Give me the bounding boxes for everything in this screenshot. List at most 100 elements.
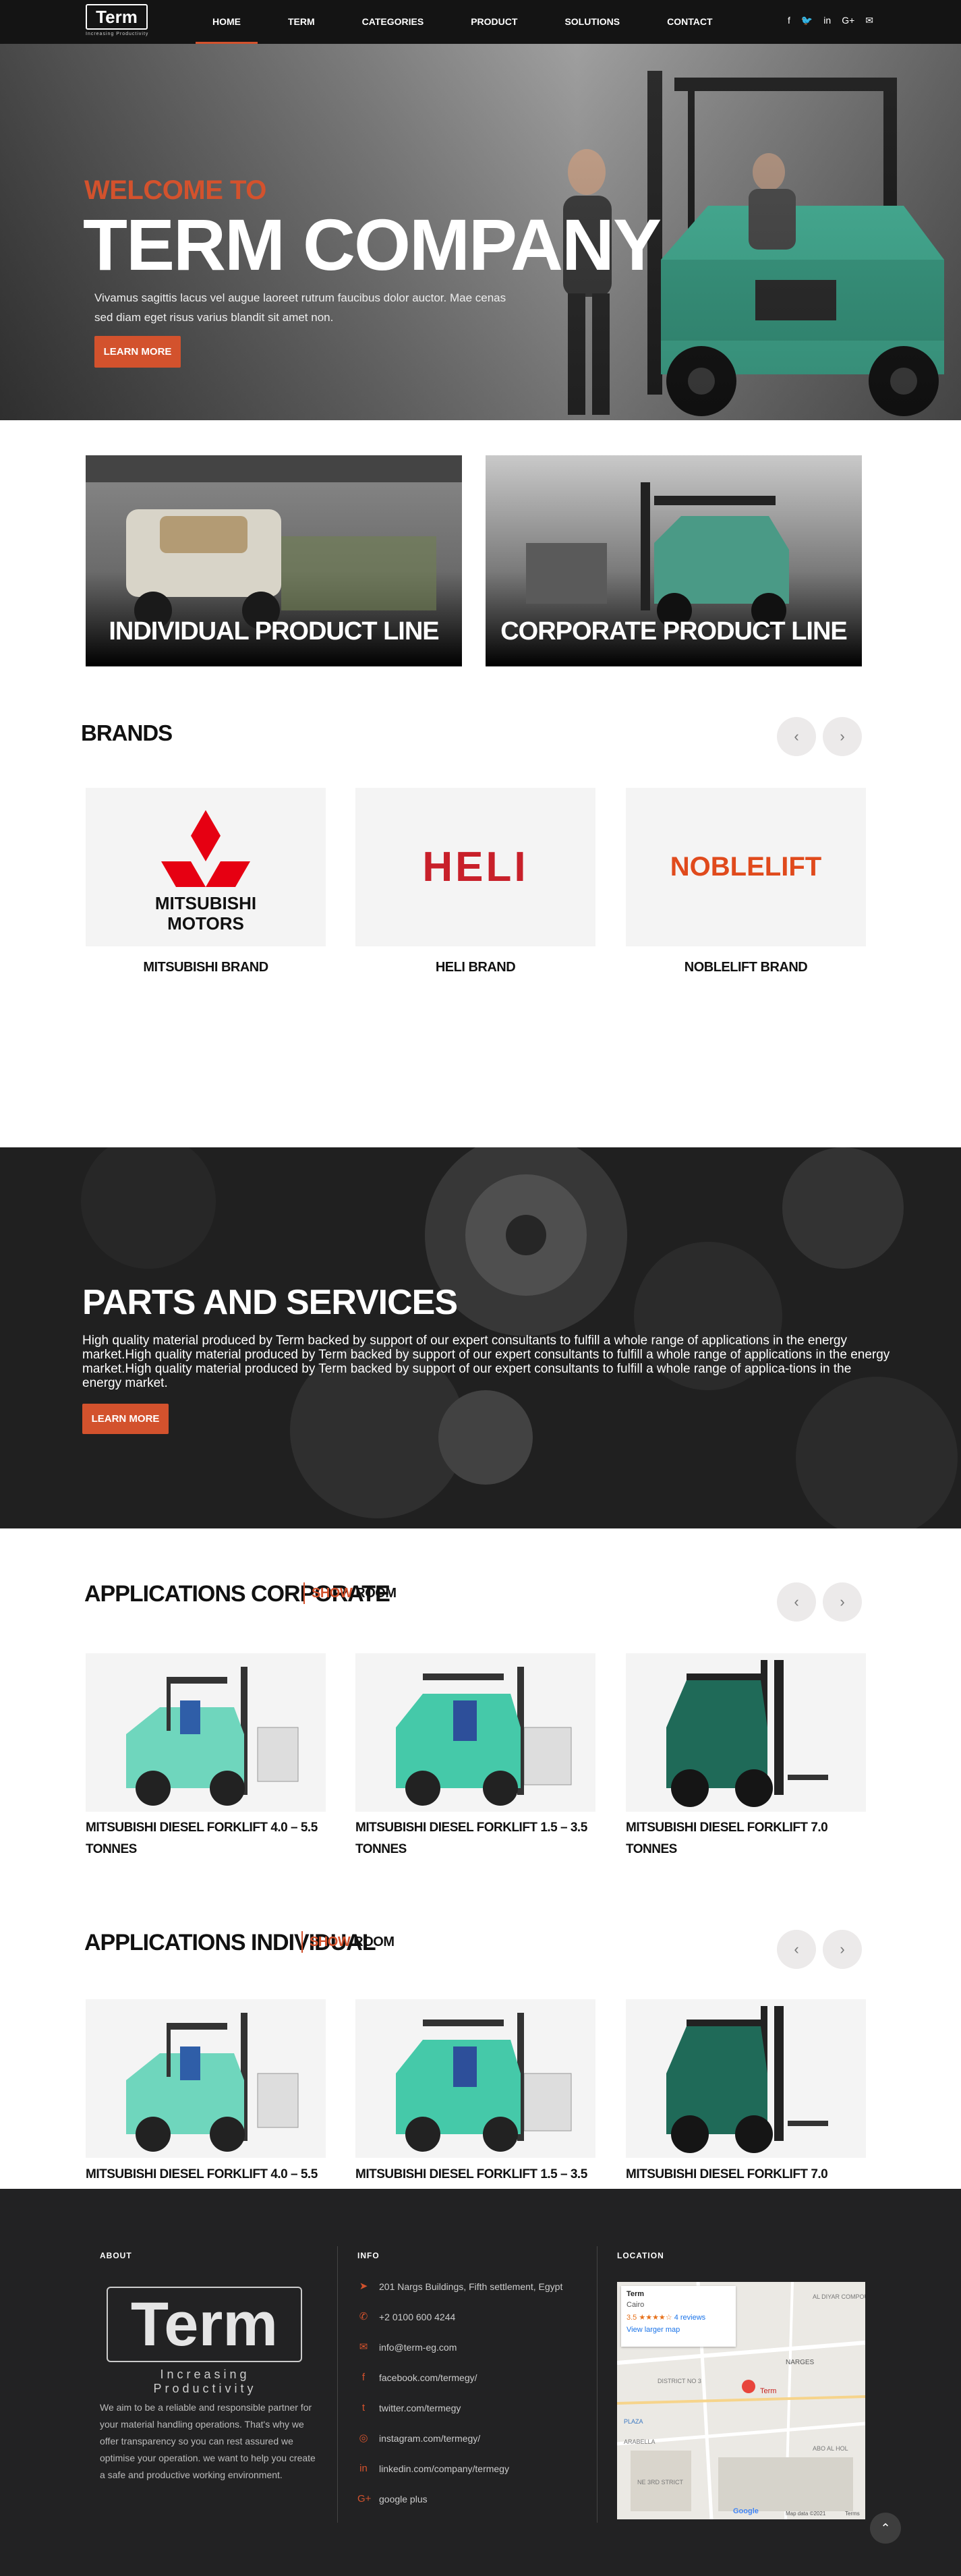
- footer-about-title: ABOUT: [100, 2251, 132, 2260]
- map-pin-label: Term: [760, 2387, 776, 2395]
- info-facebook[interactable]: f facebook.com/termegy/: [357, 2372, 477, 2384]
- applications-individual-showroom-link[interactable]: SHOW ROOM: [301, 1931, 395, 1953]
- brand-label-mitsubishi[interactable]: MITSUBISHI BRAND: [86, 960, 326, 975]
- corporate-product-label-2[interactable]: MITSUBISHI DIESEL FORKLIFT 1.5 – 3.5 TON…: [355, 1817, 595, 1860]
- showroom-show: SHOW: [312, 1586, 353, 1601]
- info-google-plus-text: google plus: [379, 2494, 428, 2505]
- google-plus-icon: G+: [357, 2493, 372, 2505]
- info-google-plus[interactable]: G+ google plus: [357, 2493, 428, 2505]
- corporate-product-card-1[interactable]: [86, 1653, 326, 1812]
- footer-logo-tagline: Increasing Productivity: [153, 2368, 257, 2395]
- nav-item-solutions[interactable]: SOLUTIONS: [548, 0, 637, 44]
- corporate-product-card-2[interactable]: [355, 1653, 595, 1812]
- mitsubishi-logo: MITSUBISHI MOTORS: [155, 809, 256, 934]
- brand-card-noblelift[interactable]: NOBLELIFT: [626, 788, 866, 946]
- info-address-text: 201 Nargs Buildings, Fifth settlement, E…: [379, 2281, 563, 2292]
- corporate-prev-arrow[interactable]: ‹: [777, 1582, 816, 1622]
- google-logo: Google: [733, 2507, 759, 2515]
- nav-item-term[interactable]: TERM: [271, 0, 332, 44]
- corporate-product-line-card[interactable]: CORPORATE PRODUCT LINE: [486, 455, 862, 666]
- info-linkedin-text: linkedin.com/company/termegy: [379, 2463, 509, 2474]
- corporate-product-line-caption: CORPORATE PRODUCT LINE: [500, 617, 848, 646]
- location-arrow-icon: ➤: [359, 2281, 368, 2292]
- twitter-icon: t: [361, 2402, 366, 2413]
- footer-about-text: We aim to be a reliable and responsible …: [100, 2402, 316, 2480]
- top-navbar: Term Increasing Productivity HOME TERM C…: [0, 0, 961, 44]
- map-label-diyar: AL DIYAR COMPOUND: [813, 2293, 865, 2300]
- google-plus-icon[interactable]: G+: [842, 15, 854, 26]
- linkedin-icon[interactable]: in: [823, 15, 831, 26]
- individual-product-line-caption: INDIVIDUAL PRODUCT LINE: [109, 617, 439, 646]
- email-icon[interactable]: ✉: [865, 15, 873, 26]
- footer-logo-word: Term: [130, 2289, 279, 2359]
- brand-card-mitsubishi[interactable]: MITSUBISHI MOTORS: [86, 788, 326, 946]
- showroom-show: SHOW: [310, 1935, 351, 1949]
- info-instagram[interactable]: ◎ instagram.com/termegy/: [357, 2432, 480, 2444]
- nav-item-categories[interactable]: CATEGORIES: [345, 0, 441, 44]
- corporate-product-card-3[interactable]: [626, 1653, 866, 1812]
- showroom-room: ROOM: [355, 1586, 397, 1601]
- brands-next-arrow[interactable]: ›: [823, 717, 862, 756]
- map-reviews-link[interactable]: 4 reviews: [674, 2314, 705, 2322]
- product-lines-section: INDIVIDUAL PRODUCT LINE CORPORATE PRODUC…: [0, 420, 961, 690]
- individual-product-card-3[interactable]: [626, 1999, 866, 2158]
- applications-corporate-showroom-link[interactable]: SHOW ROOM: [303, 1582, 397, 1604]
- brand-label-heli[interactable]: HELI BRAND: [355, 960, 595, 975]
- individual-product-card-1[interactable]: [86, 1999, 326, 2158]
- map-view-larger-link[interactable]: View larger map: [627, 2326, 730, 2334]
- noblelift-logo: NOBLELIFT: [670, 852, 822, 882]
- individual-product-line-card[interactable]: INDIVIDUAL PRODUCT LINE: [86, 455, 462, 666]
- showroom-room: ROOM: [353, 1935, 395, 1949]
- info-linkedin[interactable]: in linkedin.com/company/termegy: [357, 2463, 509, 2475]
- corporate-product-label-3[interactable]: MITSUBISHI DIESEL FORKLIFT 7.0 TONNES: [626, 1817, 866, 1860]
- map-terms-link: Terms: [845, 2511, 860, 2517]
- nav-item-contact[interactable]: CONTACT: [650, 0, 729, 44]
- info-twitter-text: twitter.com/termegy: [379, 2403, 461, 2413]
- linkedin-icon: in: [359, 2463, 368, 2474]
- facebook-icon[interactable]: f: [788, 15, 790, 26]
- applications-section: APPLICATIONS CORPORATE SHOW ROOM ‹ › MIT…: [0, 1528, 961, 2250]
- individual-next-arrow[interactable]: ›: [823, 1930, 862, 1969]
- hero-title: TERM COMPANY: [83, 204, 662, 285]
- footer-logo: Term Increasing Productivity: [107, 2287, 303, 2395]
- individual-product-card-2[interactable]: [355, 1999, 595, 2158]
- site-footer: ABOUT Term Increasing Productivity We ai…: [0, 2189, 961, 2576]
- map-label-district: DISTRICT NO 3: [658, 2378, 701, 2384]
- forklift-image-4-5: [126, 2013, 299, 2152]
- info-twitter[interactable]: t twitter.com/termegy: [357, 2402, 461, 2414]
- map-rating: 3.5 ★★★★☆: [627, 2314, 672, 2322]
- site-logo[interactable]: Term Increasing Productivity: [86, 4, 153, 39]
- map-label-plaza: PLAZA: [624, 2418, 643, 2425]
- info-phone[interactable]: ✆ +2 0100 600 4244: [357, 2311, 456, 2323]
- corporate-product-label-1[interactable]: MITSUBISHI DIESEL FORKLIFT 4.0 – 5.5 TON…: [86, 1817, 326, 1860]
- brands-prev-arrow[interactable]: ‹: [777, 717, 816, 756]
- corporate-next-arrow[interactable]: ›: [823, 1582, 862, 1622]
- scroll-to-top-button[interactable]: ⌃: [870, 2513, 901, 2544]
- mitsubishi-logo-line2: MOTORS: [167, 913, 244, 934]
- parts-learn-more-button[interactable]: LEARN MORE: [82, 1404, 169, 1434]
- forklift-image-4-5: [126, 1667, 299, 1806]
- phone-icon: ✆: [359, 2311, 368, 2322]
- hero-welcome: WELCOME TO: [84, 175, 266, 205]
- info-email[interactable]: ✉ info@term-eg.com: [357, 2341, 457, 2353]
- brand-label-noblelift[interactable]: NOBLELIFT BRAND: [626, 960, 866, 975]
- info-email-text: info@term-eg.com: [379, 2342, 457, 2353]
- info-facebook-text: facebook.com/termegy/: [379, 2372, 477, 2383]
- brand-card-heli[interactable]: HELI: [355, 788, 595, 946]
- hero-learn-more-button[interactable]: LEARN MORE: [94, 336, 181, 368]
- instagram-icon: ◎: [359, 2432, 368, 2444]
- footer-logo-box: Term: [107, 2287, 302, 2362]
- location-map[interactable]: Term AL DIYAR COMPOUND NARGES DISTRICT N…: [617, 2282, 865, 2519]
- nav-item-home[interactable]: HOME: [196, 0, 258, 44]
- forklift-image-1-5: [396, 1667, 572, 1806]
- brands-title: BRANDS: [81, 720, 173, 745]
- social-links: f 🐦 in G+ ✉: [788, 15, 873, 26]
- nav-item-product[interactable]: PRODUCT: [454, 0, 534, 44]
- mitsubishi-logo-line1: MITSUBISHI: [155, 893, 256, 913]
- twitter-icon[interactable]: 🐦: [801, 15, 813, 26]
- footer-location-title: LOCATION: [617, 2251, 664, 2260]
- footer-info-title: INFO: [357, 2251, 380, 2260]
- main-menu: HOME TERM CATEGORIES PRODUCT SOLUTIONS C…: [196, 0, 743, 44]
- heli-logo: HELI: [422, 844, 529, 890]
- individual-prev-arrow[interactable]: ‹: [777, 1930, 816, 1969]
